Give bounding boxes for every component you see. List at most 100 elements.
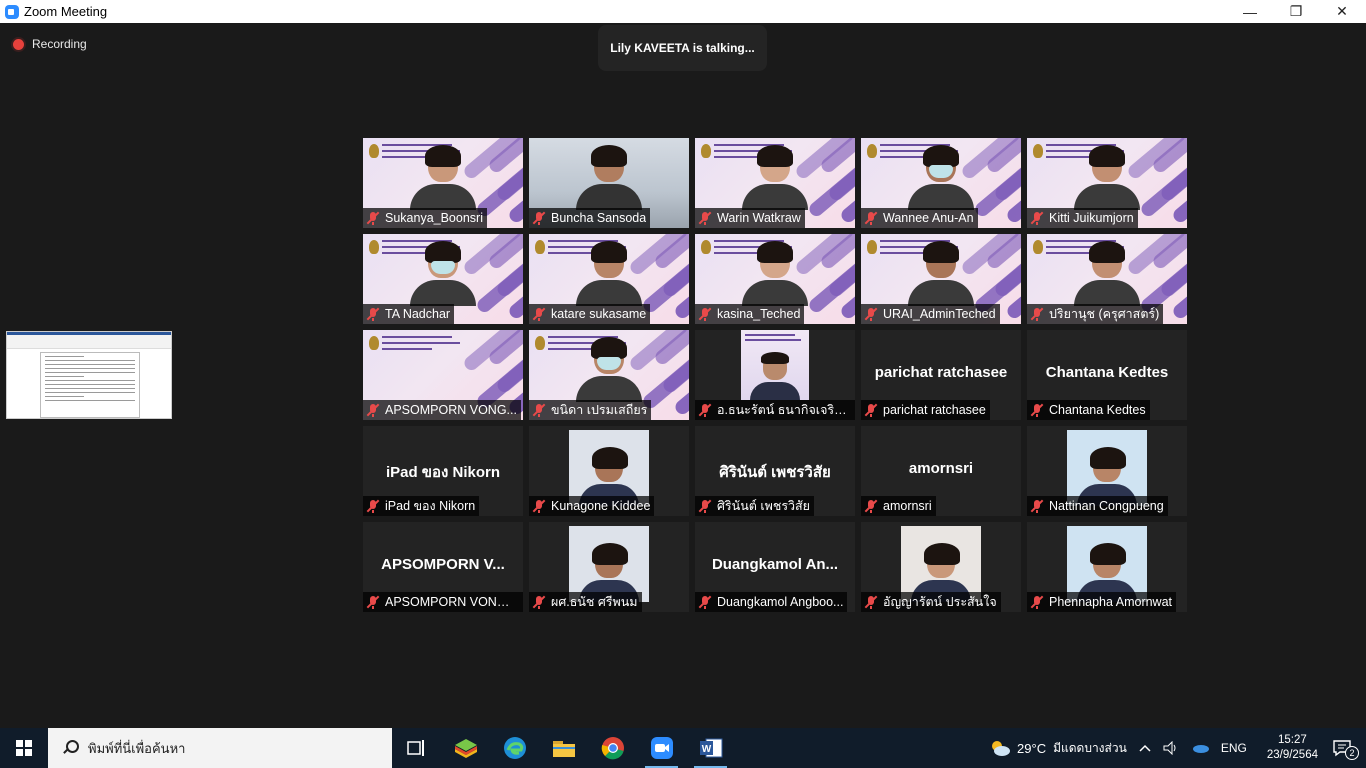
restore-button[interactable]: ❐ [1273,0,1319,23]
active-speaker-text: Lily KAVEETA is talking... [610,41,755,55]
system-tray: 29°C มีแดดบางส่วน ENG 15:27 23/9/2564 2 [983,728,1366,768]
participant-tile[interactable]: amornsri amornsri [861,426,1021,516]
participant-tile[interactable]: iPad ของ Nikorn iPad ของ Nikorn [363,426,523,516]
taskbar-search[interactable]: พิมพ์ที่นี่เพื่อค้นหา [48,728,392,768]
taskbar-app-word[interactable]: W [686,728,735,768]
chrome-browser-icon [601,737,624,760]
participant-video [1074,145,1140,210]
participant-name-bar: Phennapha Amornwat [1027,592,1177,612]
cloud-icon [1192,745,1209,753]
participant-display-name: Chantana Kedtes [1045,364,1169,381]
participant-tile[interactable]: Chantana Kedtes Chantana Kedtes [1027,330,1187,420]
participant-name: TA Nadchar [385,307,451,321]
participant-name-bar: Chantana Kedtes [1027,400,1150,420]
participant-name-bar: Sukanya_Boonsri [363,208,487,228]
participant-tile[interactable]: Phennapha Amornwat [1027,522,1187,612]
mic-muted-icon [366,211,380,225]
participant-name: Warin Watkraw [717,211,801,225]
minimize-button[interactable]: — [1227,0,1273,23]
participant-tile[interactable]: Wannee Anu-An [861,138,1021,228]
close-button[interactable]: ✕ [1319,0,1365,23]
participant-name: iPad ของ Nikorn [385,499,476,513]
participant-name-bar: ปริยานุช (ครุศาสตร์) [1027,304,1164,324]
taskbar-app-bluestacks[interactable] [441,728,490,768]
participant-name: Nattinan Congpueng [1049,499,1164,513]
mic-muted-icon [366,595,380,609]
participant-name-bar: ขนิดา เปรมเสถียร [529,400,652,420]
recording-indicator[interactable]: Recording [13,37,87,51]
show-hidden-icons-button[interactable] [1139,744,1151,752]
volume-button[interactable] [1163,741,1179,755]
participant-name: APSOMPORN VONG... [385,403,517,417]
participant-tile[interactable]: ผศ.ธนัช ศรีพนม [529,522,689,612]
weather-widget[interactable]: 29°C มีแดดบางส่วน [989,739,1127,758]
participant-name-bar: Kunagone Kiddee [529,496,655,516]
participant-tile[interactable]: Warin Watkraw [695,138,855,228]
participant-display-name: APSOMPORN V... [381,556,505,573]
participant-tile[interactable]: ศิรินันต์ เพชรวิสัย ศิรินันต์ เพชรวิสัย [695,426,855,516]
participant-name: amornsri [883,499,932,513]
taskbar-app-zoom[interactable] [637,728,686,768]
participant-tile[interactable]: Kitti Juikumjorn [1027,138,1187,228]
participant-name: Chantana Kedtes [1049,403,1146,417]
clock-date: 23/9/2564 [1266,749,1318,761]
participant-tile[interactable]: Kunagone Kiddee [529,426,689,516]
notifications-button[interactable]: 2 [1332,739,1359,760]
mic-muted-icon [698,499,712,513]
screen-share-thumbnail[interactable] [6,331,172,419]
participant-video [576,337,642,402]
participant-name-bar: อ.ธนะรัตน์ ธนากิจเจริญสุข [695,400,855,420]
mic-muted-icon [864,499,878,513]
participant-tile[interactable]: ปริยานุช (ครุศาสตร์) [1027,234,1187,324]
participant-video [410,241,476,306]
participant-name: parichat ratchasee [883,403,986,417]
mic-muted-icon [366,403,380,417]
participant-tile[interactable]: TA Nadchar [363,234,523,324]
participant-name: ผศ.ธนัช ศรีพนม [551,595,638,609]
participant-name-bar: Kitti Juikumjorn [1027,208,1138,228]
participant-name-bar: Buncha Sansoda [529,208,651,228]
participant-display-name: amornsri [908,460,974,477]
participant-tile[interactable]: kasina_Teched [695,234,855,324]
onedrive-button[interactable] [1191,743,1209,753]
participant-name-bar: iPad ของ Nikorn [363,496,480,516]
participant-name: Duangkamol Angboo... [717,595,844,609]
participant-tile[interactable]: Duangkamol An... Duangkamol Angboo... [695,522,855,612]
start-button[interactable] [0,728,48,768]
participant-name: Kunagone Kiddee [551,499,651,513]
mic-muted-icon [864,403,878,417]
participant-tile[interactable]: APSOMPORN VONG... [363,330,523,420]
taskbar-app-chrome[interactable] [588,728,637,768]
participant-video [742,145,808,210]
folder-icon [552,741,575,757]
participant-tile[interactable]: อัญญารัตน์ ประสันใจ [861,522,1021,612]
participant-name-bar: URAI_AdminTeched [861,304,1000,324]
active-speaker-banner: Lily KAVEETA is talking... [598,25,767,71]
mic-muted-icon [1030,595,1044,609]
participant-tile[interactable]: อ.ธนะรัตน์ ธนากิจเจริญสุข [695,330,855,420]
participant-tile[interactable]: Nattinan Congpueng [1027,426,1187,516]
participant-name: APSOMPORN VONGPEA... [385,595,519,609]
participant-name: kasina_Teched [717,307,801,321]
mic-muted-icon [1030,307,1044,321]
participant-tile[interactable]: APSOMPORN V... APSOMPORN VONGPEA... [363,522,523,612]
participant-name-bar: Wannee Anu-An [861,208,978,228]
recording-label: Recording [32,37,87,51]
taskbar-app-explorer[interactable] [539,728,588,768]
participant-tile[interactable]: parichat ratchasee parichat ratchasee [861,330,1021,420]
search-icon [62,740,79,756]
participant-tile[interactable]: Sukanya_Boonsri [363,138,523,228]
participant-tile[interactable]: katare sukasame [529,234,689,324]
language-indicator[interactable]: ENG [1221,741,1247,755]
mic-muted-icon [1030,211,1044,225]
participant-display-name: parichat ratchasee [874,364,1008,381]
participant-name-bar: Duangkamol Angboo... [695,592,848,612]
participant-tile[interactable]: Buncha Sansoda [529,138,689,228]
participant-tile[interactable]: ขนิดา เปรมเสถียร [529,330,689,420]
task-view-button[interactable] [392,728,441,768]
participant-tile[interactable]: URAI_AdminTeched [861,234,1021,324]
mic-muted-icon [1030,403,1044,417]
taskbar-app-edge[interactable] [490,728,539,768]
mic-muted-icon [1030,499,1044,513]
clock[interactable]: 15:27 23/9/2564 [1267,733,1318,763]
